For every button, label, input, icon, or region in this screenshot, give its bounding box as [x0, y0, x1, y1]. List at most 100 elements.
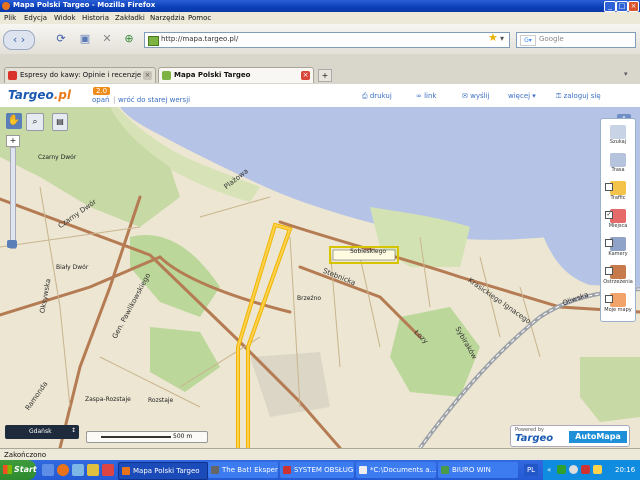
- menu-help[interactable]: Pomoc: [188, 14, 211, 22]
- zoom-slider-track[interactable]: [10, 147, 16, 249]
- tray-arrow-icon[interactable]: «: [547, 466, 551, 474]
- tray-icon[interactable]: [557, 465, 566, 474]
- places-checkbox[interactable]: ✓: [605, 211, 613, 219]
- window-title: Mapa Polski Targeo - Mozilla Firefox: [13, 1, 156, 9]
- thebat-icon: [211, 466, 219, 474]
- menu-edit[interactable]: Edycja: [24, 14, 47, 22]
- cameras-checkbox[interactable]: [605, 239, 613, 247]
- send-link[interactable]: ✉ wyślij: [462, 92, 489, 100]
- firefox-icon: [2, 2, 10, 10]
- minimize-button[interactable]: _: [604, 1, 616, 12]
- link-opan[interactable]: opań: [92, 96, 109, 104]
- login-link[interactable]: ⚿ zaloguj się: [556, 92, 601, 101]
- menu-history[interactable]: Historia: [82, 14, 109, 22]
- firefox-icon: [122, 467, 130, 475]
- panel-label: Miejsca: [608, 223, 628, 229]
- tray-icon[interactable]: [581, 465, 590, 474]
- firefox-quicklaunch-icon[interactable]: [57, 464, 69, 476]
- panel-route[interactable]: Trasa: [602, 151, 634, 173]
- place-label: Czarny Dwór: [38, 154, 77, 161]
- panel-search[interactable]: Szukaj: [602, 123, 634, 145]
- tab-close-icon[interactable]: ×: [301, 71, 310, 80]
- measure-icon[interactable]: ▤: [52, 113, 68, 131]
- link-old-version[interactable]: wróć do starej wersji: [118, 96, 190, 104]
- panel-label: Trasa: [611, 167, 625, 173]
- place-label: Rozstaje: [148, 397, 174, 404]
- panel-places[interactable]: ✓ Miejsca: [602, 207, 634, 229]
- task-documents[interactable]: *C:\Documents a...: [356, 462, 436, 478]
- menu-bookmarks[interactable]: Zakładki: [115, 14, 145, 22]
- route-icon: [610, 153, 626, 167]
- map-layers-panel: Szukaj Trasa Traffic ✓ Miejsca Kamery Os…: [600, 118, 636, 322]
- targeo-logo[interactable]: Targeo.pl: [8, 88, 71, 102]
- panel-cameras[interactable]: Kamery: [602, 235, 634, 257]
- chevron-icon: ↕: [71, 427, 77, 434]
- quicklaunch-icon[interactable]: [72, 464, 84, 476]
- app-icon: [283, 466, 291, 474]
- tab-label: Espresy do kawy: Opinie i recenzje: [20, 71, 142, 79]
- menu-view[interactable]: Widok: [54, 14, 76, 22]
- tab-list-icon[interactable]: ▾: [624, 70, 628, 78]
- quicklaunch-icon[interactable]: [102, 464, 114, 476]
- scale-label: 500 m: [173, 433, 193, 440]
- scale-line: [101, 436, 171, 438]
- back-forward-buttons[interactable]: ‹ ›: [3, 30, 35, 50]
- print-icon: ⎙: [362, 92, 370, 100]
- start-button[interactable]: Start: [0, 460, 37, 480]
- tray-icon[interactable]: [593, 465, 602, 474]
- status-text: Zakończono: [4, 451, 47, 459]
- menu-tools[interactable]: Narzędzia: [150, 14, 185, 22]
- menu-file[interactable]: Plik: [4, 14, 16, 22]
- language-indicator[interactable]: PL: [524, 464, 538, 476]
- panel-traffic[interactable]: Traffic: [602, 179, 634, 201]
- maximize-button[interactable]: □: [616, 1, 628, 12]
- panel-warnings[interactable]: Ostrzeżenia: [602, 263, 634, 285]
- panel-my-maps[interactable]: Moje mapy: [602, 291, 634, 313]
- login-icon: ⚿: [556, 92, 564, 100]
- map-area[interactable]: Plażowa Czarny Dwór Oksywska Gen. Pawlik…: [0, 107, 640, 448]
- reload-icon[interactable]: ⟳: [52, 30, 70, 48]
- tab-targeo[interactable]: Mapa Polski Targeo ×: [158, 67, 314, 83]
- tab-espresy[interactable]: Espresy do kawy: Opinie i recenzje ×: [4, 67, 156, 83]
- quicklaunch-icon[interactable]: [42, 464, 54, 476]
- search-input[interactable]: G▾ Google: [516, 32, 636, 48]
- task-system[interactable]: SYSTEM OBSŁUGI: [280, 462, 354, 478]
- app-icon: [441, 466, 449, 474]
- my-maps-checkbox[interactable]: [605, 295, 613, 303]
- url-dropdown-icon[interactable]: ▾: [500, 34, 504, 43]
- panel-label: Kamery: [608, 251, 628, 257]
- stop-icon[interactable]: ✕: [98, 30, 116, 48]
- start-label: Start: [14, 465, 37, 474]
- url-bar[interactable]: http://mapa.targeo.pl/: [144, 32, 510, 48]
- powered-by-badge[interactable]: Powered by Targeo AutoMapa: [510, 425, 630, 447]
- windows-logo-icon: [3, 465, 12, 474]
- tab-close-icon[interactable]: ×: [143, 71, 152, 80]
- more-link[interactable]: więcej ▾: [508, 92, 536, 100]
- new-tab-button[interactable]: +: [318, 69, 332, 82]
- tray-icon[interactable]: [569, 465, 578, 474]
- page-header: Targeo.pl 2.0 opań | wróć do starej wers…: [0, 84, 640, 107]
- quicklaunch-icon[interactable]: [87, 464, 99, 476]
- zoom-slider-handle[interactable]: [7, 240, 17, 248]
- link-link[interactable]: ∞ link: [416, 92, 436, 100]
- place-label: Zaspa-Rozstaje: [85, 396, 131, 403]
- zoom-magnifier-icon[interactable]: ⌕: [26, 113, 44, 131]
- task-firefox[interactable]: Mapa Polski Targeo: [118, 462, 208, 480]
- zoom-in-button[interactable]: +: [6, 135, 20, 147]
- task-thebat[interactable]: The Bat! Ekspert: [208, 462, 278, 478]
- window-title-bar: Mapa Polski Targeo - Mozilla Firefox _ □…: [0, 0, 640, 12]
- task-biuro[interactable]: BIURO WIN: [438, 462, 518, 478]
- home-icon[interactable]: ▣: [76, 30, 94, 48]
- traffic-checkbox[interactable]: [605, 183, 613, 191]
- brand-targeo: Targeo: [515, 433, 554, 444]
- city-dropdown[interactable]: Gdańsk ↕: [5, 425, 79, 439]
- place-label: Brzeźno: [297, 295, 322, 302]
- bookmark-add-icon[interactable]: ⊕: [120, 30, 138, 48]
- print-link[interactable]: ⎙ drukuj: [362, 92, 392, 101]
- scale-bar: 500 m: [86, 431, 208, 443]
- bookmark-star-icon[interactable]: ★: [488, 31, 498, 44]
- warnings-checkbox[interactable]: [605, 267, 613, 275]
- google-icon[interactable]: G▾: [520, 35, 536, 46]
- close-window-button[interactable]: ×: [628, 1, 639, 12]
- pan-hand-icon[interactable]: ✋: [6, 113, 22, 129]
